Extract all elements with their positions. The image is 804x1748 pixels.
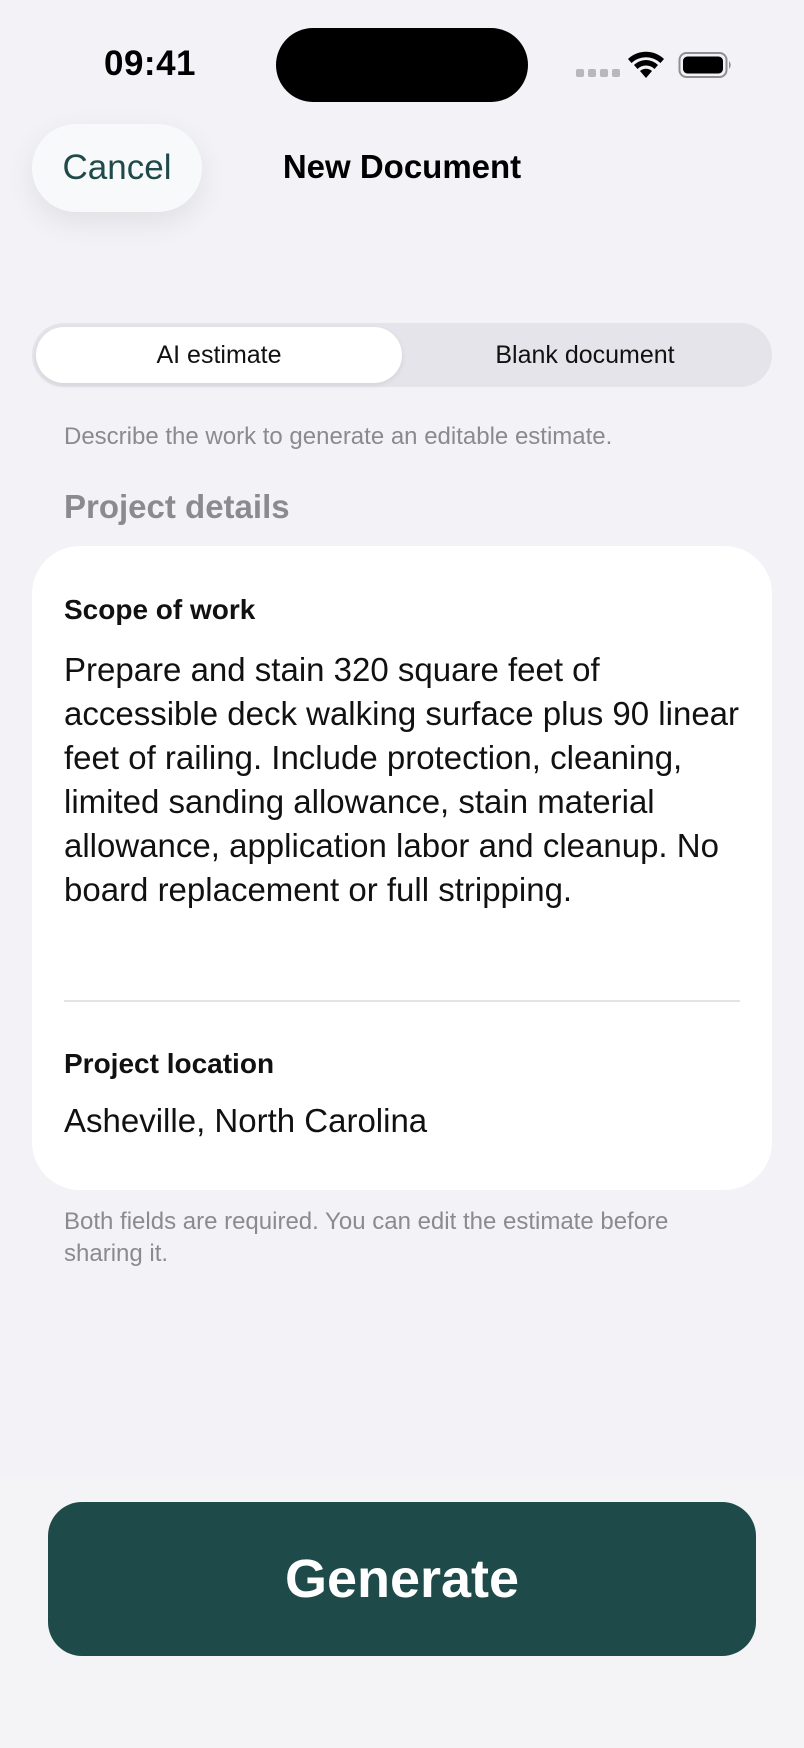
wifi-icon	[628, 51, 664, 78]
mode-hint-text: Describe the work to generate an editabl…	[64, 423, 613, 450]
page-title: New Document	[282, 148, 522, 185]
location-label: Project location	[64, 1048, 275, 1079]
dynamic-island	[276, 28, 528, 102]
battery-icon	[678, 52, 731, 78]
scope-label: Scope of work	[64, 594, 256, 625]
cancel-button[interactable]: Cancel	[32, 124, 202, 212]
generate-button[interactable]: Generate	[48, 1502, 756, 1656]
project-location-field[interactable]: Asheville, North Carolina	[64, 1102, 427, 1140]
divider	[64, 1000, 740, 1002]
required-footnote: Both fields are required. You can edit t…	[64, 1208, 669, 1267]
scope-of-work-field[interactable]: Prepare and stain 320 square feet of acc…	[64, 648, 744, 912]
new-document-screen: 09:41 Cancel New Document AI estimate Bl…	[0, 0, 804, 1748]
mode-segmented-control: AI estimate Blank document	[32, 323, 772, 387]
section-title: Project details	[64, 488, 290, 525]
project-details-card: Scope of work Prepare and stain 320 squa…	[32, 546, 772, 1190]
segment-ai-estimate[interactable]: AI estimate	[36, 327, 402, 383]
cellular-signal-icon	[576, 69, 620, 77]
status-time: 09:41	[104, 44, 197, 83]
segment-blank-document[interactable]: Blank document	[402, 327, 768, 383]
